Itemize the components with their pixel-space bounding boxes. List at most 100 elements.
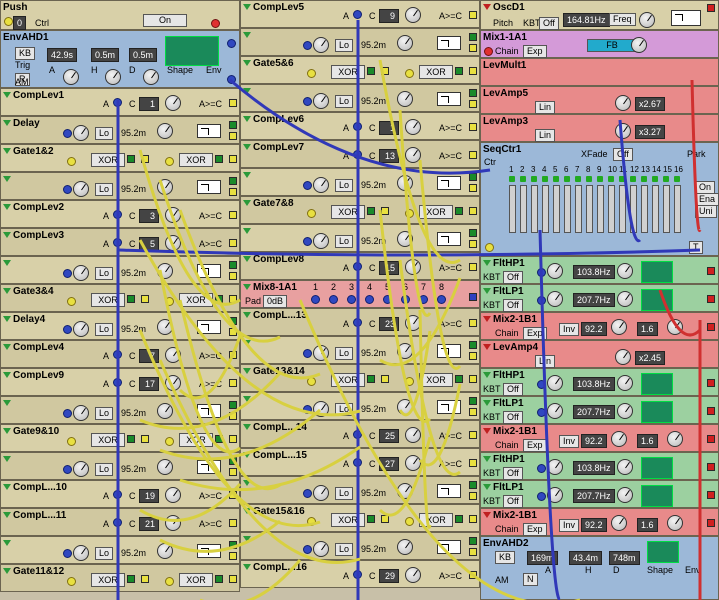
c-value[interactable]: 17 bbox=[139, 377, 159, 391]
input-jack[interactable] bbox=[537, 296, 546, 305]
gate-mode-select[interactable]: XOR bbox=[419, 65, 453, 79]
input-jack[interactable] bbox=[63, 269, 72, 278]
c-knob[interactable] bbox=[165, 375, 181, 391]
cutoff-value[interactable]: 103.8Hz bbox=[573, 461, 615, 475]
module-row[interactable]: CompL...11 A C 21 A>=C bbox=[0, 508, 240, 536]
mix2-module[interactable]: Mix2-1B1 Chain Exp Inv 92.2 1.6 bbox=[480, 508, 719, 536]
gate-mode-select[interactable]: XOR bbox=[331, 65, 365, 79]
a-input-jack[interactable] bbox=[353, 570, 362, 579]
a-input-jack[interactable] bbox=[113, 350, 122, 359]
mode-selector[interactable] bbox=[197, 180, 221, 194]
c-value[interactable]: 1 bbox=[139, 97, 159, 111]
time-knob[interactable] bbox=[397, 231, 413, 247]
input-jack[interactable] bbox=[405, 209, 414, 218]
a-input-jack[interactable] bbox=[353, 122, 362, 131]
a-input-jack[interactable] bbox=[113, 98, 122, 107]
input-jack[interactable] bbox=[303, 489, 312, 498]
mod-knob[interactable] bbox=[313, 541, 329, 557]
level-knob[interactable] bbox=[611, 515, 627, 531]
collapse-icon[interactable] bbox=[3, 512, 11, 519]
input-jack[interactable] bbox=[63, 409, 72, 418]
env-ahd2-module[interactable]: EnvAHD2 KB 169m 43.4m 748m A H D AM N Shape Env bbox=[480, 536, 719, 600]
input-jack[interactable] bbox=[67, 437, 76, 446]
kb-button[interactable]: KB bbox=[495, 551, 516, 564]
mod-knob[interactable] bbox=[313, 37, 329, 53]
input-jack[interactable] bbox=[63, 549, 72, 558]
mod-knob[interactable] bbox=[73, 321, 89, 337]
module-row[interactable]: Lo 95.2m bbox=[240, 84, 480, 112]
time-value[interactable]: 95.2m bbox=[361, 488, 386, 498]
gate-output[interactable] bbox=[141, 155, 149, 163]
input-jack[interactable] bbox=[405, 517, 414, 526]
input-jack[interactable] bbox=[303, 237, 312, 246]
output-port[interactable] bbox=[229, 552, 237, 560]
collapse-icon[interactable] bbox=[483, 400, 491, 407]
collapse-icon[interactable] bbox=[3, 176, 11, 183]
time-value[interactable]: 95.2m bbox=[361, 236, 386, 246]
c-value[interactable]: 5 bbox=[139, 237, 159, 251]
time-knob[interactable] bbox=[397, 175, 413, 191]
time-value[interactable]: 95.2m bbox=[361, 40, 386, 50]
gate-output[interactable] bbox=[229, 295, 237, 303]
kbt-toggle[interactable]: Off bbox=[503, 383, 523, 396]
module-row[interactable]: Lo 95.2m bbox=[240, 336, 480, 364]
input-jack[interactable] bbox=[67, 577, 76, 586]
c-knob[interactable] bbox=[405, 315, 421, 331]
time-value[interactable]: 95.2m bbox=[361, 544, 386, 554]
collapse-icon[interactable] bbox=[243, 88, 251, 95]
input-jack[interactable] bbox=[303, 41, 312, 50]
hold-value[interactable]: 43.4m bbox=[569, 551, 603, 565]
collapse-icon[interactable] bbox=[3, 232, 11, 239]
collapse-icon[interactable] bbox=[243, 200, 251, 207]
a-input-jack[interactable] bbox=[113, 210, 122, 219]
module-row[interactable]: CompLev9 A C 17 A>=C bbox=[0, 368, 240, 396]
a-input-jack[interactable] bbox=[113, 378, 122, 387]
mod-knob[interactable] bbox=[547, 403, 563, 419]
collapse-icon[interactable] bbox=[243, 508, 251, 515]
input-jack[interactable] bbox=[165, 577, 174, 586]
module-row[interactable]: CompLev6 A C 1 A>=C bbox=[240, 112, 480, 140]
module-row[interactable]: CompLev7 A C 13 A>=C bbox=[240, 140, 480, 168]
output-port[interactable] bbox=[229, 188, 237, 196]
input-jack[interactable] bbox=[63, 185, 72, 194]
output-port[interactable] bbox=[707, 267, 715, 275]
collapse-icon[interactable] bbox=[243, 60, 251, 67]
output-port[interactable] bbox=[229, 412, 237, 420]
c-value[interactable]: 25 bbox=[379, 429, 399, 443]
time-value[interactable]: 95.2m bbox=[121, 268, 146, 278]
module-row[interactable]: Gate1&2 XOR XOR bbox=[0, 144, 240, 172]
lo-button[interactable]: Lo bbox=[95, 267, 114, 280]
collapse-icon[interactable] bbox=[3, 568, 11, 575]
time-knob[interactable] bbox=[157, 123, 173, 139]
module-row[interactable]: CompLev2 A C 3 A>=C bbox=[0, 200, 240, 228]
n-button[interactable]: N bbox=[523, 573, 538, 586]
lo-button[interactable]: Lo bbox=[335, 95, 354, 108]
input-jack[interactable] bbox=[303, 97, 312, 106]
gain-knob[interactable] bbox=[615, 349, 631, 365]
collapse-icon[interactable] bbox=[243, 564, 251, 571]
gate-mode-select[interactable]: XOR bbox=[179, 573, 213, 587]
module-row[interactable]: CompLev1 A C 1 A>=C bbox=[0, 88, 240, 116]
module-row[interactable]: CompLev4 A C 7 A>=C bbox=[0, 340, 240, 368]
collapse-icon[interactable] bbox=[243, 228, 251, 235]
gate-output[interactable] bbox=[141, 575, 149, 583]
mod-knob[interactable] bbox=[547, 459, 563, 475]
level-value[interactable]: 92.2 bbox=[581, 518, 607, 532]
output-port[interactable] bbox=[469, 44, 477, 52]
output-port[interactable] bbox=[707, 519, 715, 527]
collapse-icon[interactable] bbox=[243, 32, 251, 39]
c-knob[interactable] bbox=[405, 147, 421, 163]
gate-mode-select[interactable]: XOR bbox=[91, 433, 125, 447]
mod-knob[interactable] bbox=[73, 125, 89, 141]
mix-input-jack[interactable] bbox=[311, 295, 320, 304]
collapse-icon[interactable] bbox=[3, 148, 11, 155]
output-port[interactable] bbox=[469, 352, 477, 360]
time-value[interactable]: 95.2m bbox=[361, 96, 386, 106]
collapse-icon[interactable] bbox=[3, 344, 11, 351]
mode-selector[interactable] bbox=[437, 232, 461, 246]
gate-mode-select[interactable]: XOR bbox=[419, 373, 453, 387]
level-value[interactable]: 92.2 bbox=[581, 434, 607, 448]
gate-mode-select[interactable]: XOR bbox=[179, 153, 213, 167]
input-jack[interactable] bbox=[165, 437, 174, 446]
gate-mode-select[interactable]: XOR bbox=[91, 153, 125, 167]
